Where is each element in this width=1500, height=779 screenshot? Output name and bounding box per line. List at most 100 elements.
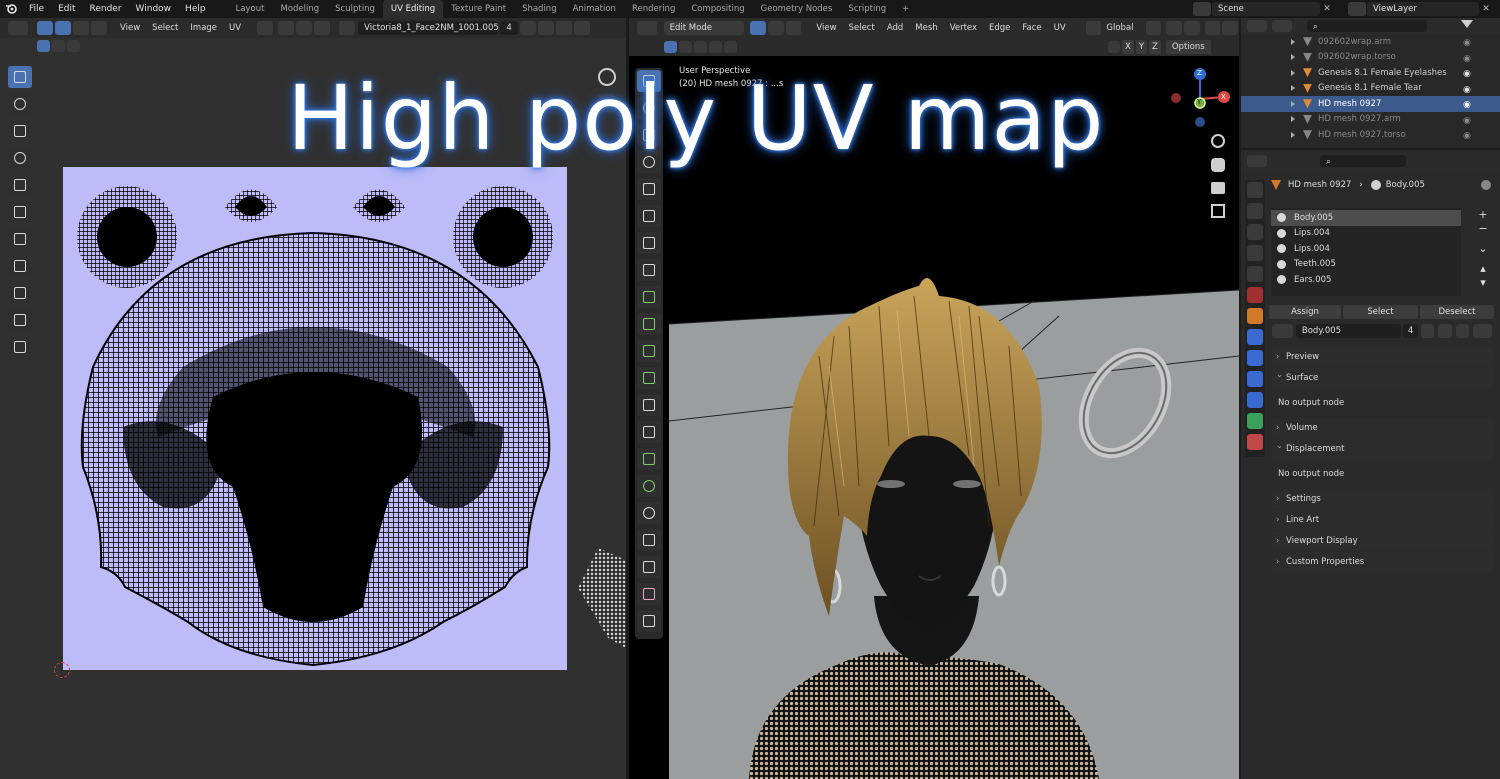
viewport-menu-uv[interactable]: UV <box>1048 21 1072 35</box>
tab-scripting[interactable]: Scripting <box>840 0 894 18</box>
menu-file[interactable]: File <box>22 0 51 18</box>
display-mode-icon[interactable] <box>1272 20 1292 32</box>
transform-orientation[interactable]: Global <box>1102 21 1137 35</box>
assign-button[interactable]: Assign <box>1269 305 1341 319</box>
open-folder-icon[interactable] <box>556 21 573 35</box>
outliner-search-input[interactable]: ⌕ <box>1307 20 1427 32</box>
zoom-icon[interactable] <box>1211 134 1225 148</box>
uv-menu-select[interactable]: Select <box>146 21 184 35</box>
output-tab-icon[interactable] <box>1247 224 1263 240</box>
rip-region-tool-icon[interactable] <box>637 610 661 632</box>
material-slot[interactable]: Lips.004 <box>1271 241 1461 257</box>
face-select-icon[interactable] <box>91 21 107 35</box>
eye-icon[interactable]: ◉ <box>1463 116 1493 132</box>
volume-panel[interactable]: Volume <box>1272 418 1493 438</box>
relax-tool-icon[interactable] <box>8 309 32 331</box>
view-layer-selector[interactable]: ViewLayer ✕ <box>1347 2 1497 16</box>
outliner-row-selected[interactable]: HD mesh 0927 <box>1241 96 1500 112</box>
edge-select-icon[interactable] <box>73 21 89 35</box>
outliner-row[interactable]: HD mesh 0927.arm <box>1241 112 1500 128</box>
deselect-button[interactable]: Deselect <box>1420 305 1494 319</box>
menu-window[interactable]: Window <box>129 0 179 18</box>
outliner-row[interactable]: HD mesh 0927.torso <box>1241 127 1500 143</box>
object-tab-icon[interactable] <box>1247 308 1263 324</box>
viewport-menu-face[interactable]: Face <box>1016 21 1047 35</box>
slot-specials-button[interactable]: ⌄ <box>1473 242 1493 256</box>
uv-2d-cursor-icon[interactable] <box>54 662 70 678</box>
select-mode-intersect-icon[interactable] <box>724 41 737 53</box>
uv-menu-view[interactable]: View <box>114 21 146 35</box>
transform-tool-icon[interactable] <box>8 201 32 223</box>
tab-rendering[interactable]: Rendering <box>624 0 683 18</box>
preview-panel[interactable]: Preview <box>1272 347 1493 367</box>
scale-tool-icon[interactable] <box>637 178 661 200</box>
remove-slot-button[interactable]: − <box>1473 222 1493 236</box>
data-tab-icon[interactable] <box>1247 413 1263 429</box>
eye-icon[interactable]: ◉ <box>1463 131 1493 147</box>
add-cube-tool-icon[interactable] <box>637 286 661 308</box>
viewport-menu-view[interactable]: View <box>810 21 842 35</box>
grab-tool-icon[interactable] <box>8 282 32 304</box>
tool-tab-icon[interactable] <box>1247 182 1263 198</box>
close-icon[interactable]: ✕ <box>1320 4 1334 14</box>
custom-properties-panel[interactable]: Custom Properties <box>1272 552 1493 572</box>
viewport-menu-add[interactable]: Add <box>881 21 909 35</box>
proportional-edit-icon[interactable] <box>1204 21 1221 35</box>
duplicate-material-icon[interactable] <box>1438 324 1452 338</box>
uv-menu-image[interactable]: Image <box>184 21 223 35</box>
render-tab-icon[interactable] <box>1247 203 1263 219</box>
material-name-field[interactable]: Body.005 <box>1295 324 1401 338</box>
tab-shading[interactable]: Shading <box>514 0 565 18</box>
snap-icon[interactable] <box>1166 21 1182 35</box>
displacement-panel[interactable]: Displacement <box>1272 436 1493 459</box>
inset-tool-icon[interactable] <box>637 340 661 362</box>
measure-tool-icon[interactable] <box>637 259 661 281</box>
annotate-tool-icon[interactable] <box>637 232 661 254</box>
tab-geometry-nodes[interactable]: Geometry Nodes <box>753 0 841 18</box>
material-slot[interactable]: Lips.004 <box>1271 226 1461 242</box>
pivot-icon[interactable] <box>257 21 274 35</box>
viewport-display-panel[interactable]: Viewport Display <box>1272 531 1493 551</box>
eye-icon[interactable]: ◉ <box>1463 85 1493 101</box>
menu-help[interactable]: Help <box>178 0 213 18</box>
pivot-icon[interactable] <box>1145 21 1162 35</box>
line-art-panel[interactable]: Line Art <box>1272 510 1493 530</box>
modifier-tab-icon[interactable] <box>1247 329 1263 345</box>
axis-x-toggle[interactable]: X <box>1122 40 1134 54</box>
annotate-tool-icon[interactable] <box>8 228 32 250</box>
close-icon[interactable]: ✕ <box>1479 4 1493 14</box>
rip-tool-icon[interactable] <box>8 255 32 277</box>
edge-select-icon[interactable] <box>768 21 784 35</box>
viewport-menu-mesh[interactable]: Mesh <box>909 21 943 35</box>
view-layer-name[interactable]: ViewLayer <box>1367 2 1479 16</box>
mode-selector[interactable]: Edit Mode <box>663 21 745 35</box>
outliner-row[interactable]: 092602wrap.arm <box>1241 34 1500 50</box>
eye-icon[interactable]: ◉ <box>1463 54 1493 70</box>
move-slot-up-button[interactable]: ▴ <box>1473 262 1493 276</box>
material-browse-icon[interactable] <box>1272 324 1293 338</box>
edge-slide-tool-icon[interactable] <box>637 529 661 551</box>
image-browse-icon[interactable] <box>339 21 356 35</box>
orientation-icon[interactable] <box>1085 21 1102 35</box>
material-tab-icon[interactable] <box>1247 434 1263 450</box>
pin-icon[interactable] <box>1481 180 1491 190</box>
spin-tool-icon[interactable] <box>637 475 661 497</box>
snap-target-icon[interactable] <box>1183 21 1200 35</box>
scene-selector[interactable]: Scene ✕ <box>1192 2 1340 16</box>
face-select-icon[interactable] <box>785 21 802 35</box>
editor-type-icon[interactable] <box>8 21 28 35</box>
grid-icon[interactable] <box>1211 204 1225 218</box>
tab-texture-paint[interactable]: Texture Paint <box>443 0 514 18</box>
settings-panel[interactable]: Settings <box>1272 489 1493 509</box>
link-mode-icon[interactable] <box>1473 324 1492 338</box>
view-layer-tab-icon[interactable] <box>1247 245 1263 261</box>
eye-icon[interactable]: ◉ <box>1463 69 1493 85</box>
eye-icon[interactable]: ◉ <box>1463 100 1493 116</box>
viewport-menu-vertex[interactable]: Vertex <box>944 21 983 35</box>
pan-hand-icon[interactable] <box>1211 158 1225 172</box>
add-slot-button[interactable]: + <box>1473 208 1493 222</box>
shear-tool-icon[interactable] <box>637 583 661 605</box>
material-slot[interactable]: Body.005 <box>1271 210 1461 226</box>
bevel-tool-icon[interactable] <box>637 367 661 389</box>
tab-modeling[interactable]: Modeling <box>272 0 327 18</box>
